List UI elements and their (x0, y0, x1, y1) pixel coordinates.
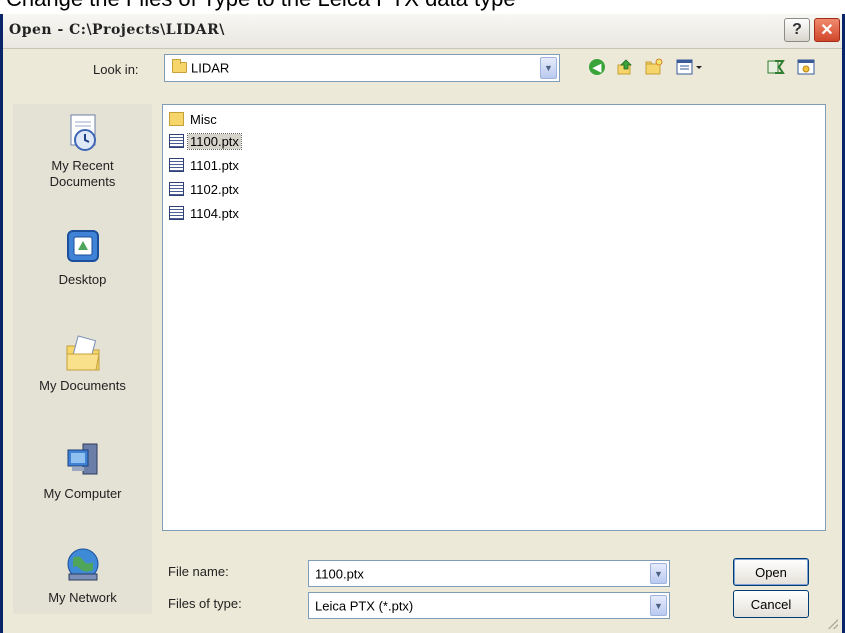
list-item[interactable]: 1104.ptx (169, 203, 241, 223)
up-folder-icon (617, 59, 632, 75)
chevron-down-icon[interactable]: ▼ (540, 57, 557, 79)
cancel-button[interactable]: Cancel (733, 590, 809, 618)
file-name: 1104.ptx (190, 205, 239, 221)
close-button[interactable]: ✕ (814, 18, 840, 42)
file-name-field[interactable]: 1100.ptx ▼ (308, 560, 670, 587)
places-bar: My Recent Documents Desktop My Documents (13, 104, 152, 614)
instruction-caption: Change the Files of Type to the Leica PT… (6, 0, 516, 12)
help-button[interactable]: ? (784, 18, 810, 42)
desktop-icon (66, 230, 99, 262)
file-type-dropdown[interactable]: Leica PTX (*.ptx) ▼ (308, 592, 670, 619)
new-folder-button[interactable] (643, 56, 665, 78)
dialog-title: Open - C:\Projects\LIDAR\ (9, 22, 225, 38)
folder-icon (169, 112, 184, 126)
chevron-down-icon[interactable]: ▼ (650, 563, 667, 584)
ptx-file-icon (169, 134, 184, 148)
place-label: Desktop (58, 272, 107, 287)
list-item[interactable]: 1101.ptx (169, 155, 241, 175)
close-icon: ✕ (820, 22, 834, 39)
my-documents-icon (66, 335, 100, 371)
ptx-file-icon (169, 182, 184, 196)
file-name-label: File name: (168, 564, 229, 579)
list-item-selected[interactable]: 1100.ptx (169, 131, 242, 151)
recent-documents-icon (70, 114, 96, 151)
ptx-file-icon (169, 206, 184, 220)
desktop-icon (797, 59, 815, 75)
list-item[interactable]: 1102.ptx (169, 179, 241, 199)
folder-icon (172, 59, 187, 73)
open-button[interactable]: Open (733, 558, 809, 586)
file-type-label: Files of type: (168, 596, 242, 611)
desktop-button[interactable] (795, 56, 817, 78)
look-in-label: Look in: (93, 62, 139, 77)
back-button[interactable]: ◀ (587, 56, 607, 78)
tools-icon (767, 60, 785, 74)
place-label: My Recent Documents (49, 158, 116, 189)
chevron-down-icon[interactable]: ▼ (650, 595, 667, 616)
place-label: My Documents (39, 378, 126, 393)
place-my-computer[interactable]: My Computer (13, 440, 152, 502)
file-type-value: Leica PTX (*.ptx) (315, 598, 414, 613)
my-network-icon (67, 548, 98, 581)
file-list[interactable]: Misc 1100.ptx 1101.ptx 1102.ptx 1104.ptx (162, 104, 826, 531)
help-icon: ? (792, 21, 802, 38)
resize-grip[interactable] (828, 619, 838, 629)
file-name: 1100.ptx (187, 132, 242, 150)
tools-button[interactable] (765, 56, 787, 78)
back-icon: ◀ (589, 59, 605, 75)
file-name: 1101.ptx (190, 157, 239, 173)
file-name: Misc (190, 111, 217, 127)
views-menu-button[interactable] (673, 56, 707, 78)
new-folder-icon (645, 58, 663, 75)
views-menu-icon (676, 59, 702, 75)
up-folder-button[interactable] (615, 56, 635, 78)
file-name: 1102.ptx (190, 181, 239, 197)
look-in-value: LIDAR (191, 60, 230, 76)
place-my-documents[interactable]: My Documents (13, 332, 152, 394)
title-bar[interactable]: Open - C:\Projects\LIDAR\ ? ✕ (3, 14, 842, 49)
place-my-network[interactable]: My Network (13, 544, 152, 606)
place-recent-documents[interactable]: My Recent Documents (13, 112, 152, 190)
look-in-dropdown[interactable]: LIDAR ▼ (164, 54, 560, 82)
open-file-dialog: Open - C:\Projects\LIDAR\ ? ✕ Look in: L… (0, 14, 845, 633)
list-item[interactable]: Misc (169, 109, 219, 129)
place-label: My Network (48, 590, 117, 605)
ptx-file-icon (169, 158, 184, 172)
place-desktop[interactable]: Desktop (13, 226, 152, 288)
place-label: My Computer (43, 486, 122, 501)
my-computer-icon (67, 443, 97, 475)
file-name-value[interactable]: 1100.ptx (315, 566, 364, 581)
